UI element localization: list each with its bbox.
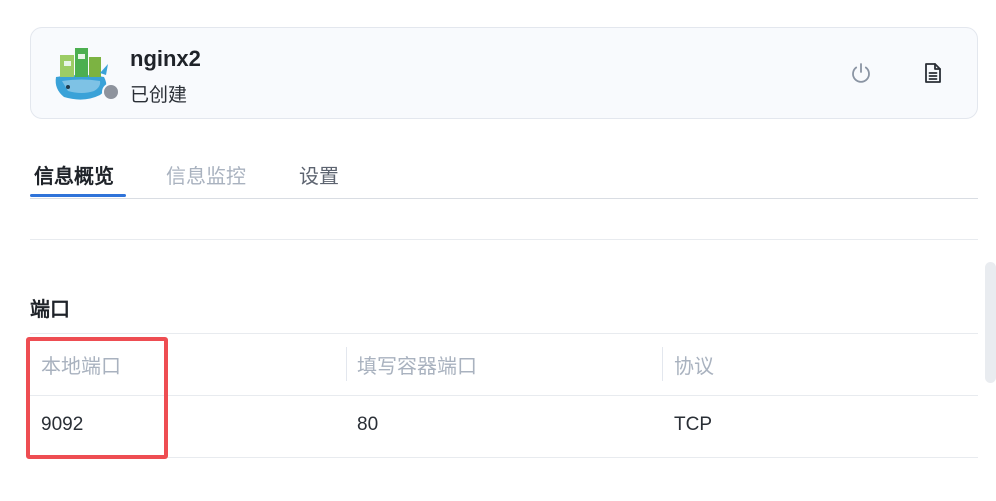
scrollbar-thumb[interactable] [985, 262, 996, 383]
column-header-protocol: 协议 [674, 356, 714, 378]
table-row: 9092 80 TCP [30, 395, 978, 458]
document-icon[interactable] [921, 61, 945, 85]
column-header-container-port: 填写容器端口 [357, 356, 477, 378]
tab-overview[interactable]: 信息概览 [34, 160, 114, 189]
section-divider [30, 239, 978, 240]
ports-table: 本地端口 填写容器端口 协议 9092 80 TCP [30, 333, 978, 458]
app-header-card: nginx2 已创建 [30, 27, 978, 119]
status-indicator-dot [102, 83, 120, 101]
column-divider [346, 347, 347, 381]
cell-protocol: TCP [674, 414, 712, 435]
app-status-text: 已创建 [130, 85, 188, 106]
power-icon[interactable] [849, 61, 873, 85]
ports-section-title: 端口 [30, 299, 70, 321]
column-divider [662, 347, 663, 381]
cell-container-port: 80 [357, 414, 379, 435]
tab-bar: 信息概览 信息监控 设置 [30, 150, 978, 199]
highlight-annotation-box [26, 337, 168, 459]
tab-monitoring[interactable]: 信息监控 [166, 160, 246, 189]
tab-settings[interactable]: 设置 [299, 160, 339, 189]
table-header-row: 本地端口 填写容器端口 协议 [30, 333, 978, 395]
active-tab-indicator [30, 194, 126, 197]
app-name: nginx2 [130, 46, 201, 71]
